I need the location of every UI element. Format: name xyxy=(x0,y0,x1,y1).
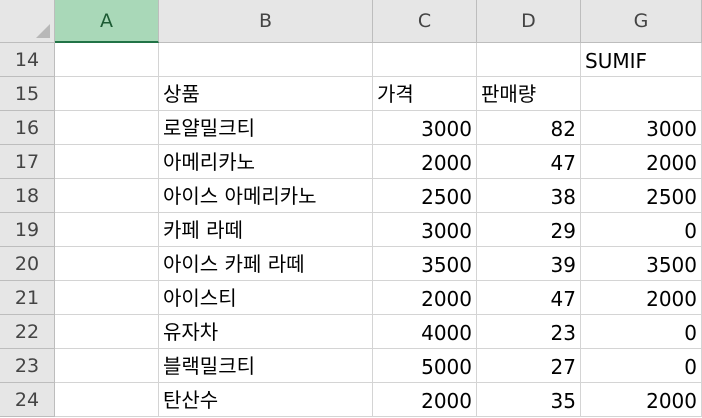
cell-c18[interactable]: 2500 xyxy=(373,179,477,213)
column-header-g[interactable]: G xyxy=(581,0,702,43)
cell-g20[interactable]: 3500 xyxy=(581,247,702,281)
cell-a14[interactable] xyxy=(55,43,159,77)
row-header[interactable]: 24 xyxy=(0,383,55,417)
cell-d22[interactable]: 23 xyxy=(477,315,581,349)
cell-d14[interactable] xyxy=(477,43,581,77)
cell-c17[interactable]: 2000 xyxy=(373,145,477,179)
cell-a22[interactable] xyxy=(55,315,159,349)
cell-d20[interactable]: 39 xyxy=(477,247,581,281)
cell-b23[interactable]: 블랙밀크티 xyxy=(159,349,373,383)
spreadsheet-grid: A B C D G 14 SUMIF 15 상품 가격 판매량 16 로얄밀크티 3000 82 3… xyxy=(0,0,702,418)
cell-d16[interactable]: 82 xyxy=(477,111,581,145)
cell-a21[interactable] xyxy=(55,281,159,315)
cell-b15[interactable]: 상품 xyxy=(159,77,373,111)
cell-b21[interactable]: 아이스티 xyxy=(159,281,373,315)
cell-g24[interactable]: 2000 xyxy=(581,383,702,417)
select-all-triangle-icon xyxy=(36,24,50,38)
cell-g21[interactable]: 2000 xyxy=(581,281,702,315)
cell-g19[interactable]: 0 xyxy=(581,213,702,247)
cell-a23[interactable] xyxy=(55,349,159,383)
cell-a16[interactable] xyxy=(55,111,159,145)
row-header[interactable]: 21 xyxy=(0,281,55,315)
cell-c19[interactable]: 3000 xyxy=(373,213,477,247)
cell-g17[interactable]: 2000 xyxy=(581,145,702,179)
select-all-corner[interactable] xyxy=(0,0,55,43)
cell-b20[interactable]: 아이스 카페 라떼 xyxy=(159,247,373,281)
cell-b16[interactable]: 로얄밀크티 xyxy=(159,111,373,145)
cell-a18[interactable] xyxy=(55,179,159,213)
cell-g15[interactable] xyxy=(581,77,702,111)
cell-c22[interactable]: 4000 xyxy=(373,315,477,349)
cell-b18[interactable]: 아이스 아메리카노 xyxy=(159,179,373,213)
cell-a20[interactable] xyxy=(55,247,159,281)
row-header[interactable]: 14 xyxy=(0,43,55,77)
cell-c15[interactable]: 가격 xyxy=(373,77,477,111)
cell-b19[interactable]: 카페 라떼 xyxy=(159,213,373,247)
cell-g18[interactable]: 2500 xyxy=(581,179,702,213)
column-header-c[interactable]: C xyxy=(373,0,477,43)
cell-d19[interactable]: 29 xyxy=(477,213,581,247)
row-header[interactable]: 18 xyxy=(0,179,55,213)
cell-c16[interactable]: 3000 xyxy=(373,111,477,145)
cell-c23[interactable]: 5000 xyxy=(373,349,477,383)
cell-c21[interactable]: 2000 xyxy=(373,281,477,315)
cell-b17[interactable]: 아메리카노 xyxy=(159,145,373,179)
cell-d23[interactable]: 27 xyxy=(477,349,581,383)
cell-g16[interactable]: 3000 xyxy=(581,111,702,145)
cell-b22[interactable]: 유자차 xyxy=(159,315,373,349)
row-header[interactable]: 23 xyxy=(0,349,55,383)
column-header-d[interactable]: D xyxy=(477,0,581,43)
cell-b14[interactable] xyxy=(159,43,373,77)
cell-a15[interactable] xyxy=(55,77,159,111)
cell-d18[interactable]: 38 xyxy=(477,179,581,213)
cell-c24[interactable]: 2000 xyxy=(373,383,477,417)
column-header-a[interactable]: A xyxy=(55,0,159,43)
cell-c20[interactable]: 3500 xyxy=(373,247,477,281)
cell-a24[interactable] xyxy=(55,383,159,417)
cell-d15[interactable]: 판매량 xyxy=(477,77,581,111)
cell-g22[interactable]: 0 xyxy=(581,315,702,349)
cell-a17[interactable] xyxy=(55,145,159,179)
cell-c14[interactable] xyxy=(373,43,477,77)
cell-d21[interactable]: 47 xyxy=(477,281,581,315)
column-header-b[interactable]: B xyxy=(159,0,373,43)
row-header[interactable]: 15 xyxy=(0,77,55,111)
row-header[interactable]: 17 xyxy=(0,145,55,179)
cell-d17[interactable]: 47 xyxy=(477,145,581,179)
row-header[interactable]: 22 xyxy=(0,315,55,349)
cell-g23[interactable]: 0 xyxy=(581,349,702,383)
cell-a19[interactable] xyxy=(55,213,159,247)
row-header[interactable]: 19 xyxy=(0,213,55,247)
cell-b24[interactable]: 탄산수 xyxy=(159,383,373,417)
row-header[interactable]: 16 xyxy=(0,111,55,145)
cell-d24[interactable]: 35 xyxy=(477,383,581,417)
cell-g14[interactable]: SUMIF xyxy=(581,43,702,77)
row-header[interactable]: 20 xyxy=(0,247,55,281)
